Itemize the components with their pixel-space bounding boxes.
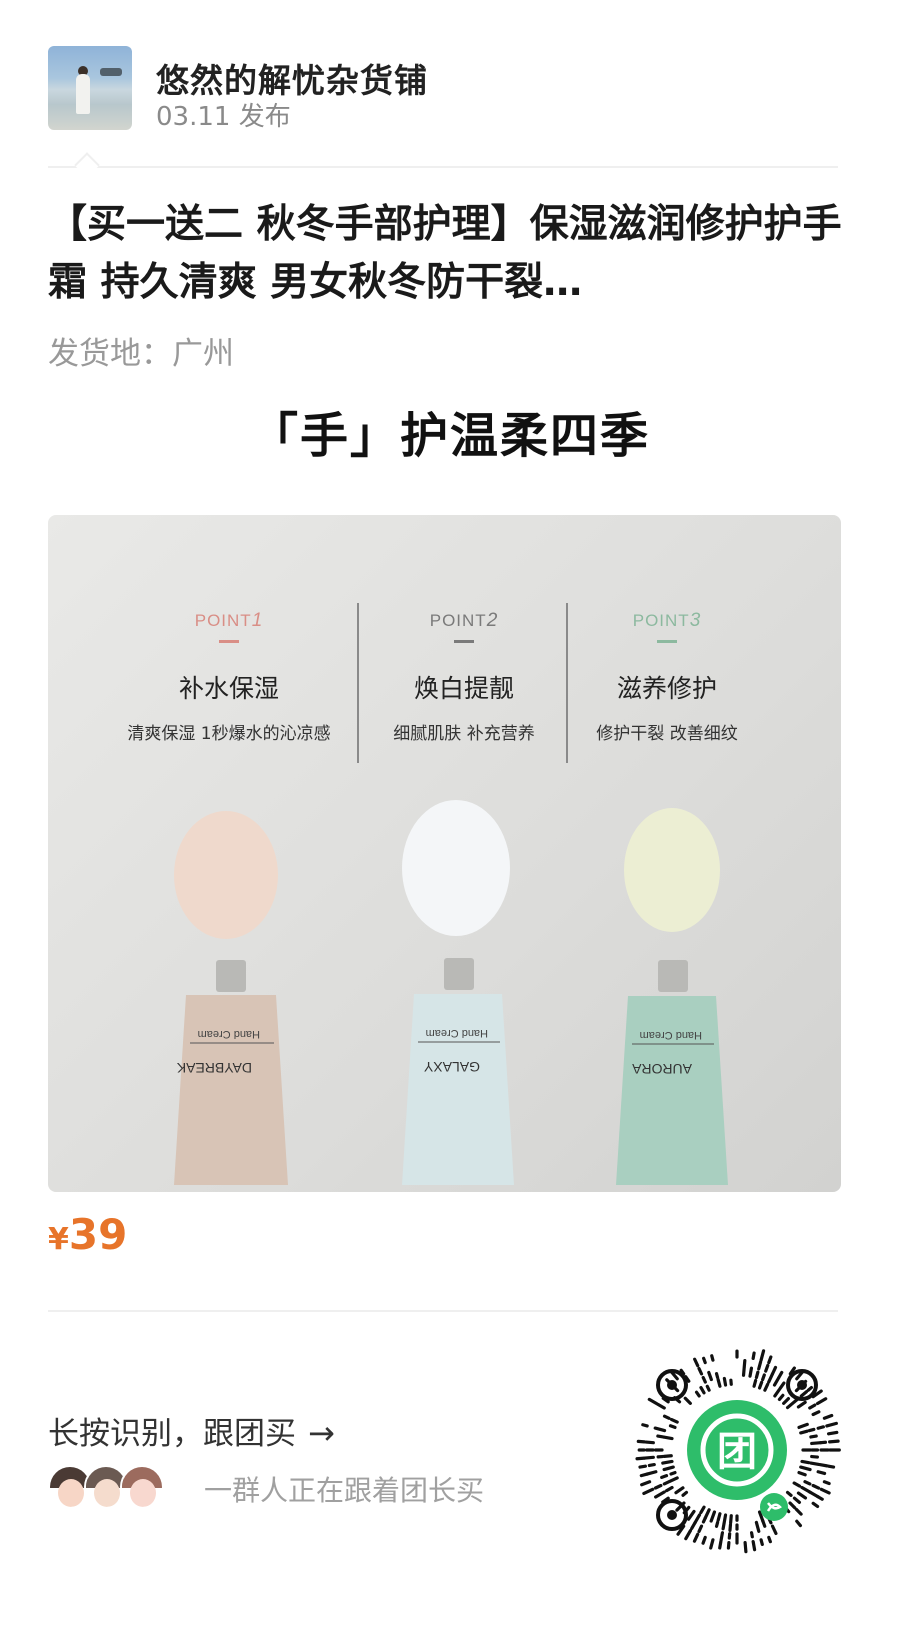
follower-avatar: [120, 1465, 164, 1509]
point-tag-num: 2: [486, 610, 499, 631]
tube-body: [402, 994, 514, 1185]
tube-brand: GALAXY: [423, 1059, 480, 1075]
tube-cap: [216, 960, 246, 992]
post-header: 悠然的解忧杂货铺 03.11 发布: [48, 46, 838, 136]
hand-cream-tube-daybreak: DAYBREAK Hand Cream: [156, 805, 306, 1185]
point-tag-num: 3: [689, 610, 702, 631]
cta-label: 长按识别，跟团买: [48, 1416, 296, 1452]
cream-swatch: [174, 811, 278, 939]
point-1: POINT1 补水保湿 清爽保湿 1秒爆水的沁凉感: [104, 610, 354, 744]
point-tag-num: 1: [251, 610, 264, 631]
price-value: 39: [68, 1210, 128, 1259]
publish-time: 03.11 发布: [156, 102, 291, 132]
product-image[interactable]: POINT1 补水保湿 清爽保湿 1秒爆水的沁凉感 POINT2 焕白提靓 细腻…: [48, 515, 841, 1192]
point-3-dash: [657, 640, 677, 643]
avatar-person: [76, 74, 90, 114]
cream-swatch: [402, 800, 510, 936]
tube-label: Hand Cream: [640, 1029, 702, 1041]
point-3-desc: 修护干裂 改善细纹: [596, 724, 738, 744]
point-1-dash: [219, 640, 239, 643]
ship-from: 发货地：广州: [48, 336, 234, 372]
price: ¥39: [48, 1210, 127, 1259]
point-tag-text: POINT: [429, 611, 487, 630]
hand-cream-tube-aurora: AURORA Hand Cream: [596, 800, 746, 1185]
product-title[interactable]: 【买一送二 秋冬手部护理】保湿滋润修护护手霜 持久清爽 男女秋冬防干裂…: [48, 196, 848, 312]
mini-program-qr-code[interactable]: 团: [632, 1345, 842, 1555]
tube-label: Hand Cream: [198, 1028, 260, 1040]
avatar-boat: [100, 68, 122, 76]
footer-divider: [48, 1310, 838, 1312]
tube-cap: [444, 958, 474, 990]
qr-logo-text: 团: [717, 1429, 757, 1475]
shop-avatar[interactable]: [48, 46, 132, 130]
price-symbol: ¥: [48, 1222, 69, 1257]
divider-notch: [74, 152, 100, 178]
point-3-title: 滋养修护: [616, 674, 717, 703]
arrow-right-icon: →: [308, 1414, 335, 1452]
cream-swatch: [624, 808, 720, 932]
header-divider: [48, 152, 838, 178]
tube-brand: DAYBREAK: [176, 1060, 252, 1076]
cta[interactable]: 长按识别，跟团买 →: [48, 1408, 335, 1453]
point-tag-text: POINT: [632, 611, 690, 630]
tube-body: [174, 995, 288, 1185]
tube-label: Hand Cream: [426, 1027, 488, 1039]
point-3-tag: POINT3: [542, 610, 792, 632]
hand-cream-tube-galaxy: GALAXY Hand Cream: [380, 790, 530, 1185]
point-1-tag: POINT1: [104, 610, 354, 632]
point-3: POINT3 滋养修护 修护干裂 改善细纹: [542, 610, 792, 744]
point-tag-text: POINT: [194, 611, 252, 630]
followers-text: 一群人正在跟着团长买: [204, 1474, 485, 1507]
point-1-title: 补水保湿: [178, 674, 279, 703]
shop-name[interactable]: 悠然的解忧杂货铺: [156, 54, 428, 102]
product-slogan: 「手」护温柔四季: [249, 408, 650, 464]
point-1-desc: 清爽保湿 1秒爆水的沁凉感: [127, 724, 331, 744]
tube-brand: AURORA: [631, 1061, 692, 1077]
tube-body: [616, 996, 728, 1185]
tube-cap: [658, 960, 688, 992]
point-2-dash: [454, 640, 474, 643]
